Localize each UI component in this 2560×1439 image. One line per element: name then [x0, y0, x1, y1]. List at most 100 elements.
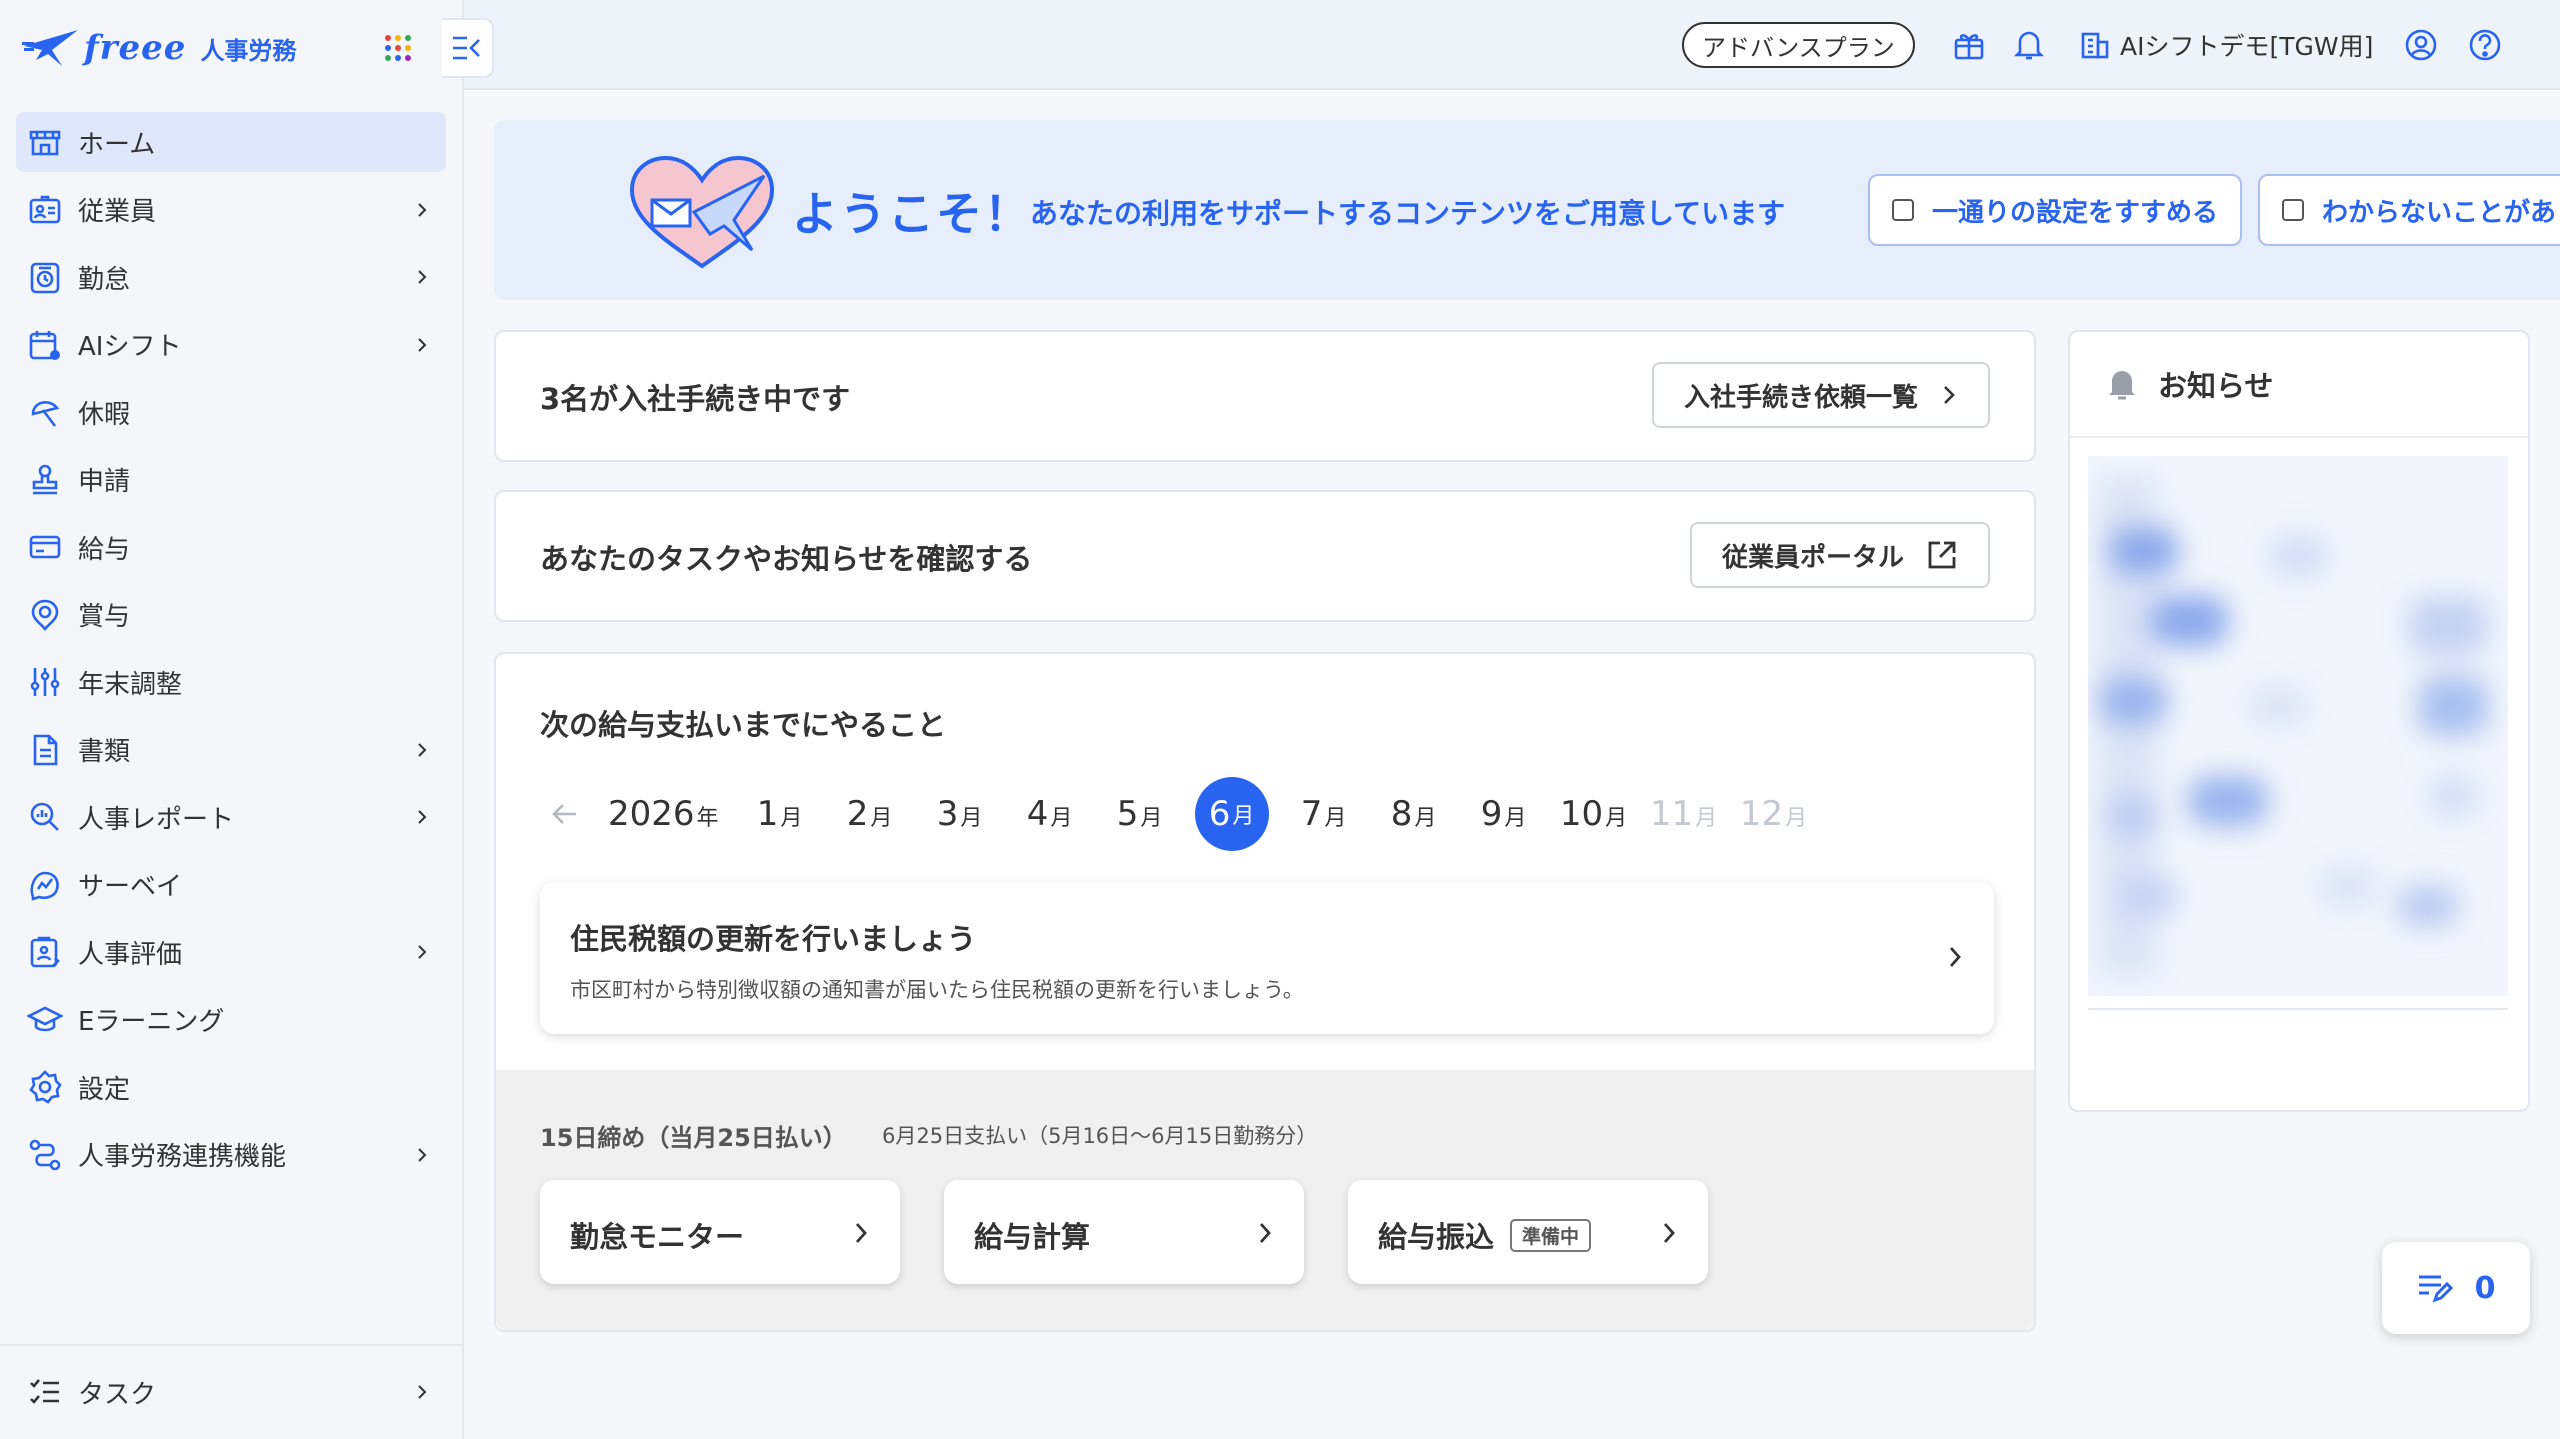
step-label: 給与計算	[974, 1220, 1091, 1254]
sidebar-item-home[interactable]: ホーム	[16, 112, 446, 172]
sidebar-item-label: 書類	[78, 737, 131, 767]
chevron-right-icon	[418, 202, 427, 217]
pay-cycle-detail: 6月25日支払い（5月16日〜6月15日勤務分）	[882, 1124, 1318, 1148]
sidebar-item-year-end[interactable]: 年末調整	[16, 652, 446, 712]
onboarding-list-label: 入社手続き依頼一覧	[1683, 382, 1918, 413]
checkbox-icon	[2282, 199, 2304, 221]
month-number: 3	[936, 794, 959, 834]
sidebar-item-requests[interactable]: 申請	[16, 450, 446, 510]
brand-name: freee	[84, 28, 187, 68]
product-name: 人事労務	[200, 36, 297, 65]
month-unit: 月	[1324, 806, 1347, 831]
month-6[interactable]: 6月	[1194, 777, 1269, 851]
onboarding-list-button[interactable]: 入社手続き依頼一覧	[1651, 362, 1990, 428]
sidebar-item-evaluation[interactable]: 人事評価	[16, 922, 446, 982]
chevron-right-icon	[418, 742, 427, 757]
task-title: 住民税額の更新を行いましょう	[570, 922, 977, 956]
month-unit: 月	[1050, 806, 1073, 831]
sidebar-item-settings[interactable]: 設定	[16, 1057, 446, 1117]
month-number: 2	[846, 794, 869, 834]
sidebar-item-attendance[interactable]: 勤怠	[16, 247, 446, 307]
account-icon[interactable]	[2402, 26, 2440, 64]
sidebar-item-employees[interactable]: 従業員	[16, 180, 446, 240]
step-label: 給与振込	[1378, 1220, 1495, 1254]
help-icon[interactable]	[2466, 26, 2504, 64]
sidebar: freee 人事労務 ホーム 従業員 勤怠 AIシフト 休暇 申請 給与 賞与 …	[0, 0, 464, 1439]
sidebar-item-label: 勤怠	[78, 264, 131, 295]
collapse-sidebar-button[interactable]	[442, 18, 494, 78]
home-icon	[26, 123, 64, 161]
sidebar-item-label: 従業員	[78, 197, 157, 227]
sidebar-item-documents[interactable]: 書類	[16, 720, 446, 780]
sidebar-item-label: ホーム	[78, 129, 156, 160]
sidebar-item-label: 設定	[78, 1074, 131, 1105]
sidebar-item-label: 人事評価	[78, 939, 183, 970]
month-4[interactable]: 4月	[1015, 794, 1085, 834]
sidebar-item-label: 給与	[78, 534, 131, 565]
company-switcher[interactable]: AIシフトデモ[TGW用]	[2080, 26, 2373, 64]
sidebar-item-survey[interactable]: サーベイ	[16, 855, 446, 915]
month-unit: 月	[1785, 806, 1808, 831]
month-2[interactable]: 2月	[835, 794, 905, 834]
memo-counter-button[interactable]: 0	[2382, 1242, 2530, 1334]
evaluation-icon	[26, 933, 64, 971]
month-7[interactable]: 7月	[1289, 794, 1359, 834]
month-number: 12	[1739, 794, 1784, 834]
sidebar-item-label: 賞与	[78, 602, 131, 632]
month-unit: 月	[1695, 806, 1718, 831]
year-value: 2026	[608, 794, 695, 834]
arrow-left-icon[interactable]	[550, 799, 580, 829]
plan-badge[interactable]: アドバンスプラン	[1682, 22, 1915, 68]
month-5[interactable]: 5月	[1105, 794, 1175, 834]
task-card[interactable]: 住民税額の更新を行いましょう 市区町村から特別徴収額の通知書が届いたら住民税額の…	[540, 882, 1994, 1034]
document-icon	[26, 731, 64, 769]
employee-portal-button[interactable]: 従業員ポータル	[1689, 522, 1990, 588]
month-8[interactable]: 8月	[1379, 794, 1449, 834]
sidebar-item-hr-report[interactable]: 人事レポート	[16, 787, 446, 847]
notice-panel: お知らせ	[2068, 330, 2530, 1112]
month-number: 7	[1300, 794, 1323, 834]
card-icon	[26, 528, 64, 566]
sidebar-item-ai-shift[interactable]: AIシフト	[16, 315, 446, 375]
brand-logo[interactable]: freee 人事労務	[22, 22, 296, 74]
month-3[interactable]: 3月	[925, 794, 995, 834]
sidebar-item-label: Eラーニング	[78, 1007, 225, 1037]
step-label: 勤怠モニター	[570, 1220, 745, 1254]
month-1[interactable]: 1月	[745, 794, 815, 834]
graduation-cap-icon	[26, 1001, 64, 1039]
sidebar-item-label: タスク	[78, 1379, 157, 1410]
status-badge: 準備中	[1510, 1218, 1592, 1252]
task-description: 市区町村から特別徴収額の通知書が届いたら住民税額の更新を行いましょう。	[570, 978, 1304, 1002]
memo-count: 0	[2474, 1270, 2496, 1306]
top-header: アドバンスプラン AIシフトデモ[TGW用]	[464, 0, 2560, 90]
gift-icon[interactable]	[1950, 26, 1988, 64]
attendance-monitor-button[interactable]: 勤怠モニター	[540, 1180, 900, 1284]
bell-icon	[2109, 371, 2135, 400]
sidebar-item-bonus[interactable]: 賞与	[16, 585, 446, 645]
year-unit: 年	[696, 806, 719, 831]
onboarding-card: 3名が入社手続き中です 入社手続き依頼一覧	[494, 330, 2036, 462]
sidebar-item-elearning[interactable]: Eラーニング	[16, 990, 446, 1050]
sidebar-item-leave[interactable]: 休暇	[16, 382, 446, 442]
month-10[interactable]: 10 月	[1559, 794, 1629, 834]
chevron-right-icon	[418, 1385, 427, 1399]
month-9[interactable]: 9月	[1469, 794, 1539, 834]
sidebar-item-label: AIシフト	[78, 332, 182, 362]
help-topics-button[interactable]: わからないことがあ	[2258, 174, 2560, 246]
month-number: 5	[1116, 794, 1139, 834]
setup-guide-button[interactable]: 一通りの設定をすすめる	[1868, 174, 2243, 246]
payroll-calc-button[interactable]: 給与計算	[944, 1180, 1304, 1284]
sidebar-item-payroll[interactable]: 給与	[16, 517, 446, 577]
month-unit: 月	[1232, 804, 1255, 829]
apps-grid-icon[interactable]	[384, 34, 412, 62]
month-unit: 月	[1414, 806, 1437, 831]
sidebar-item-tasks[interactable]: タスク	[16, 1362, 446, 1422]
year-label: 2026 年	[608, 794, 719, 834]
onboarding-title: 3名が入社手続き中です	[540, 382, 851, 416]
payroll-transfer-button[interactable]: 給与振込 準備中	[1348, 1180, 1708, 1284]
checklist-icon	[26, 1373, 64, 1411]
sidebar-item-integration[interactable]: 人事労務連携機能	[16, 1125, 446, 1185]
sidebar-item-label: サーベイ	[78, 872, 183, 902]
bell-icon[interactable]	[2010, 26, 2048, 64]
sidebar-item-label: 人事労務連携機能	[78, 1142, 287, 1172]
